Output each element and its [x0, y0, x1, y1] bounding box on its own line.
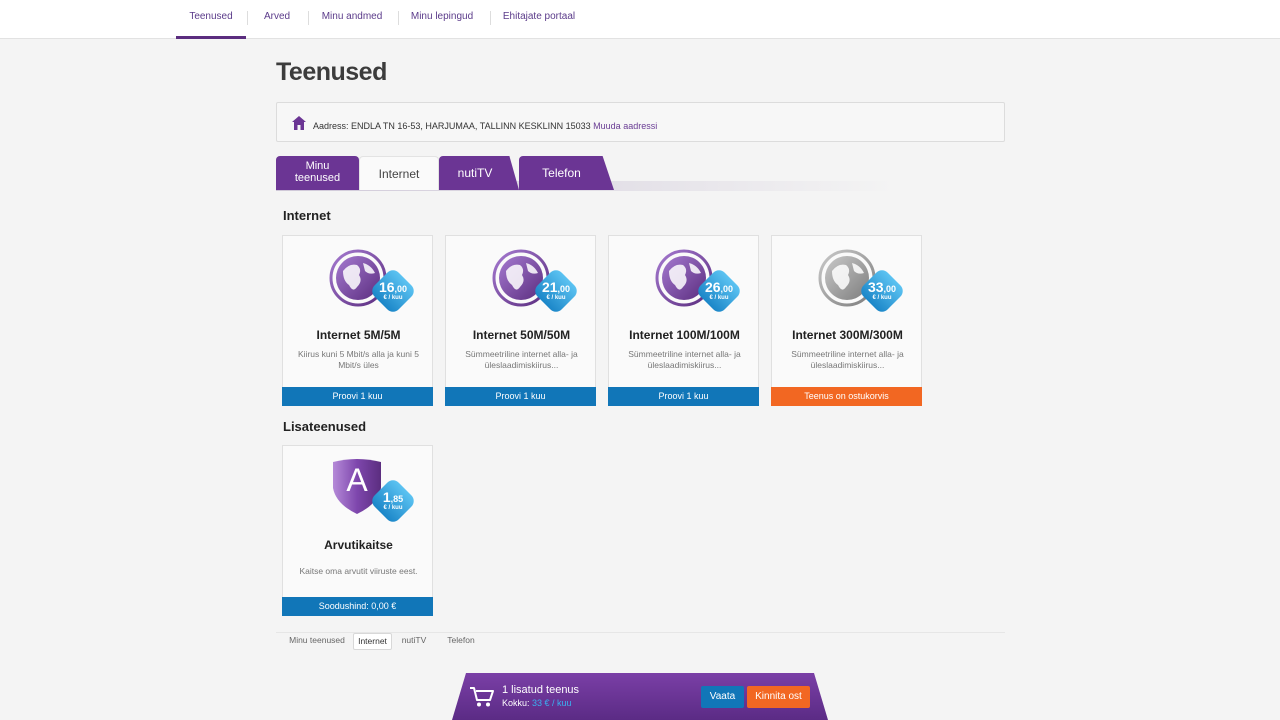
house-icon: [292, 116, 306, 130]
nav-separator: [308, 11, 309, 25]
price-integer: 33: [867, 279, 884, 295]
cart-total-label: Kokku:: [502, 698, 530, 708]
cart-total-value: 33 € / kuu: [532, 698, 572, 708]
tab-nutitv[interactable]: nutiTV: [439, 156, 519, 190]
price: 33,00: [857, 279, 907, 295]
shopping-cart-icon: [470, 687, 494, 707]
try-button[interactable]: Proovi 1 kuu: [608, 387, 759, 406]
tab-telefon-label: Telefon: [542, 166, 581, 180]
price-unit: € / kuu: [872, 295, 892, 301]
price-integer: 26: [704, 279, 721, 295]
view-cart-button[interactable]: Vaata: [701, 686, 744, 708]
page-title: Teenused: [276, 58, 387, 86]
address-label: Aadress:: [313, 121, 349, 131]
nav-item-ehitajate-portaal[interactable]: Ehitajate portaal: [502, 0, 576, 39]
bottom-tab-internet[interactable]: Internet: [353, 633, 392, 650]
bottom-tabs: Minu teenused Internet nutiTV Telefon: [276, 632, 1005, 650]
service-name: Arvutikaitse: [324, 538, 393, 552]
try-button[interactable]: Proovi 1 kuu: [282, 387, 433, 406]
service-description: Kaitse oma arvutit viiruste eest.: [299, 566, 418, 576]
price-integer: 1: [382, 489, 391, 505]
tab-minu-teenused[interactable]: Minu teenused: [276, 156, 359, 190]
nav-separator: [490, 11, 491, 25]
tab-internet[interactable]: Internet: [359, 156, 439, 190]
cart-count: 1 lisatud teenus: [502, 684, 580, 696]
tab-telefon[interactable]: Telefon: [519, 156, 614, 190]
price-unit: € / kuu: [383, 505, 403, 511]
service-description: Sümmeetriline internet alla- ja üleslaad…: [791, 349, 904, 370]
price: 26,00: [694, 279, 744, 295]
price: 1,85: [368, 489, 418, 505]
nav-item-teenused[interactable]: Teenused: [176, 0, 246, 39]
bottom-tab-minu-teenused[interactable]: Minu teenused: [282, 633, 352, 650]
price-decimal: ,00: [883, 284, 897, 294]
cart-total: Kokku: 33 € / kuu: [502, 698, 572, 708]
confirm-purchase-button[interactable]: Kinnita ost: [747, 686, 810, 708]
internet-card: 16,00 € / kuu Internet 5M/5M Kiirus kuni…: [282, 235, 433, 406]
tab-minu-teenused-line1: Minu: [305, 160, 330, 172]
section-title-lisateenused: Lisateenused: [283, 419, 367, 434]
address-box: Aadress: ENDLA TN 16-53, HARJUMAA, TALLI…: [276, 102, 1005, 142]
service-tabs: Minu teenused Internet nutiTV Telefon: [276, 156, 896, 191]
price: 16,00: [368, 279, 418, 295]
top-navigation: Teenused Arved Minu andmed Minu lepingud…: [0, 0, 1280, 39]
nav-item-arved[interactable]: Arved: [258, 0, 296, 39]
internet-card: 33,00 € / kuu Internet 300M/300M Sümmeet…: [771, 235, 922, 406]
internet-card: 26,00 € / kuu Internet 100M/100M Sümmeet…: [608, 235, 759, 406]
price-decimal: ,85: [390, 494, 404, 504]
bottom-tab-nutitv[interactable]: nutiTV: [397, 633, 431, 650]
nav-item-minu-lepingud[interactable]: Minu lepingud: [410, 0, 474, 39]
cart-bar: 1 lisatud teenus Kokku: 33 € / kuu Vaata…: [452, 673, 828, 720]
tab-nutitv-label: nutiTV: [457, 166, 493, 180]
price: 21,00: [531, 279, 581, 295]
section-title-internet: Internet: [283, 208, 331, 223]
service-name: Internet 50M/50M: [472, 328, 571, 342]
price-decimal: ,00: [720, 284, 734, 294]
nav-item-minu-andmed[interactable]: Minu andmed: [320, 0, 384, 39]
try-button[interactable]: Proovi 1 kuu: [445, 387, 596, 406]
service-description: Sümmeetriline internet alla- ja üleslaad…: [628, 349, 741, 370]
in-cart-button[interactable]: Teenus on ostukorvis: [771, 387, 922, 406]
address-value: ENDLA TN 16-53, HARJUMAA, TALLINN KESKLI…: [351, 121, 591, 131]
price-integer: 21: [541, 279, 558, 295]
internet-card: 21,00 € / kuu Internet 50M/50M Sümmeetri…: [445, 235, 596, 406]
service-name: Internet 5M/5M: [316, 328, 401, 342]
discount-price-button[interactable]: Soodushind: 0,00 €: [282, 597, 433, 616]
change-address-link[interactable]: Muuda aadressi: [593, 121, 657, 131]
tab-minu-teenused-line2: teenused: [294, 172, 341, 184]
price-unit: € / kuu: [709, 295, 729, 301]
bottom-tab-telefon[interactable]: Telefon: [440, 633, 482, 650]
address-text: Aadress: ENDLA TN 16-53, HARJUMAA, TALLI…: [313, 121, 657, 131]
tab-internet-label: Internet: [378, 167, 420, 181]
extra-service-card: A 1,85 € / kuu Arvutikaitse Kaitse oma a…: [282, 445, 433, 616]
nav-separator: [247, 11, 248, 25]
service-description: Sümmeetriline internet alla- ja üleslaad…: [465, 349, 578, 370]
price-integer: 16: [378, 279, 395, 295]
price-decimal: ,00: [557, 284, 571, 294]
price-unit: € / kuu: [546, 295, 566, 301]
price-unit: € / kuu: [383, 295, 403, 301]
service-description: Kiirus kuni 5 Mbit/s alla ja kuni 5 Mbit…: [298, 349, 419, 370]
nav-separator: [398, 11, 399, 25]
service-name: Internet 100M/100M: [629, 328, 740, 342]
price-decimal: ,00: [394, 284, 408, 294]
service-name: Internet 300M/300M: [792, 328, 903, 342]
